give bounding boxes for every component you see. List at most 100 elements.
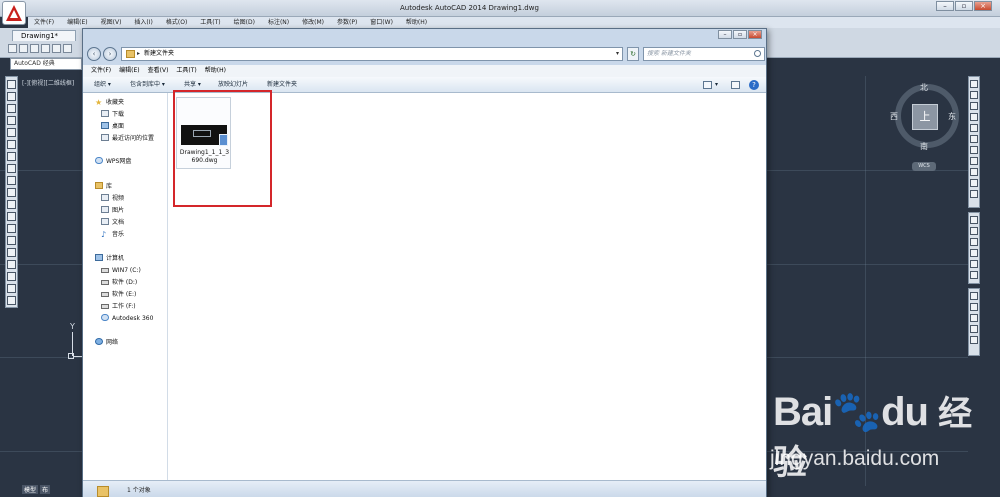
ex-menu-view[interactable]: 查看(V)	[148, 65, 169, 77]
preview-icon[interactable]	[52, 44, 61, 53]
rectangle-icon[interactable]	[7, 128, 16, 137]
menu-insert[interactable]: 插入(I)	[134, 17, 152, 28]
menu-dimension[interactable]: 标注(N)	[268, 17, 289, 28]
forward-icon[interactable]: ›	[103, 47, 117, 61]
organize-button[interactable]: 组织 ▾	[94, 77, 111, 93]
menu-file[interactable]: 文件(F)	[34, 17, 54, 28]
point-icon[interactable]	[7, 236, 16, 245]
viewport-label[interactable]: [-][俯视][二维线框]	[22, 78, 74, 87]
rotate-icon[interactable]	[970, 146, 978, 154]
menu-parameters[interactable]: 参数(P)	[337, 17, 357, 28]
ex-menu-help[interactable]: 帮助(H)	[205, 65, 226, 77]
erase-icon[interactable]	[970, 80, 978, 88]
text-front-icon[interactable]	[970, 336, 978, 344]
nav-documents[interactable]: 文档	[101, 218, 124, 228]
join-icon[interactable]	[970, 227, 978, 235]
circle-icon[interactable]	[7, 152, 16, 161]
drawing-tab[interactable]: Drawing1*	[12, 30, 76, 41]
ellipse-arc-icon[interactable]	[7, 200, 16, 209]
close-button[interactable]: ×	[974, 1, 992, 11]
menu-tools[interactable]: 工具(T)	[200, 17, 220, 28]
workspace-select[interactable]: AutoCAD 经典	[10, 58, 82, 70]
extend-icon[interactable]	[970, 190, 978, 198]
stretch-icon[interactable]	[970, 168, 978, 176]
construction-line-icon[interactable]	[7, 92, 16, 101]
nav-computer[interactable]: 计算机	[95, 254, 124, 264]
nav-recent[interactable]: 最近访问的位置	[101, 134, 154, 144]
ex-menu-tools[interactable]: 工具(T)	[176, 65, 196, 77]
nav-wps-cloud[interactable]: WPS网盘	[95, 157, 131, 167]
save-icon[interactable]	[30, 44, 39, 53]
nav-desktop[interactable]: 桌面	[101, 122, 124, 132]
revcloud-icon[interactable]	[7, 164, 16, 173]
mirror-icon[interactable]	[970, 102, 978, 110]
polygon-icon[interactable]	[7, 116, 16, 125]
ex-menu-file[interactable]: 文件(F)	[91, 65, 111, 77]
tab-layout[interactable]: 布	[40, 485, 51, 494]
hatch-icon[interactable]	[7, 248, 16, 257]
table-icon[interactable]	[7, 284, 16, 293]
tab-model[interactable]: 模型	[22, 485, 39, 494]
compass-east[interactable]: 东	[948, 111, 956, 122]
nav-music[interactable]: ♪ 音乐	[101, 230, 124, 240]
wcs-menu[interactable]: WCS	[912, 162, 936, 171]
polyline-icon[interactable]	[7, 104, 16, 113]
chevron-down-icon[interactable]: ▾	[616, 48, 619, 60]
break-icon[interactable]	[970, 216, 978, 224]
insert-block-icon[interactable]	[7, 212, 16, 221]
mtext-icon[interactable]	[7, 296, 16, 305]
chamfer-icon[interactable]	[970, 238, 978, 246]
menu-view[interactable]: 视图(V)	[101, 17, 122, 28]
scale-icon[interactable]	[970, 157, 978, 165]
menu-format[interactable]: 格式(O)	[166, 17, 187, 28]
explorer-close-button[interactable]: ×	[748, 30, 762, 39]
spline-icon[interactable]	[7, 176, 16, 185]
array-icon[interactable]	[970, 124, 978, 132]
bring-front-icon[interactable]	[970, 292, 978, 300]
compass-west[interactable]: 西	[890, 111, 898, 122]
menu-draw[interactable]: 绘图(D)	[234, 17, 255, 28]
nav-drive-c[interactable]: WIN7 (C:)	[101, 266, 141, 276]
region-icon[interactable]	[7, 272, 16, 281]
minimize-button[interactable]: –	[936, 1, 954, 11]
print-icon[interactable]	[41, 44, 50, 53]
view-dropdown-icon[interactable]: ▾	[715, 77, 718, 93]
menu-help[interactable]: 帮助(H)	[406, 17, 427, 28]
nav-network[interactable]: 网络	[95, 338, 118, 348]
help-icon[interactable]: ?	[749, 80, 759, 90]
menu-window[interactable]: 窗口(W)	[370, 17, 393, 28]
new-icon[interactable]	[8, 44, 17, 53]
nav-library[interactable]: 库	[95, 182, 112, 192]
line-icon[interactable]	[7, 80, 16, 89]
bring-above-icon[interactable]	[970, 314, 978, 322]
move-icon[interactable]	[970, 135, 978, 143]
autocad-logo-icon[interactable]	[2, 1, 26, 25]
refresh-icon[interactable]: ↻	[627, 47, 639, 61]
fillet-icon[interactable]	[970, 249, 978, 257]
explorer-minimize-button[interactable]: –	[718, 30, 732, 39]
menu-edit[interactable]: 编辑(E)	[67, 17, 87, 28]
nav-favorites[interactable]: ★ 收藏夹	[95, 98, 124, 108]
restore-button[interactable]: ▫	[955, 1, 973, 11]
send-back-icon[interactable]	[970, 303, 978, 311]
nav-drive-e[interactable]: 软件 (E:)	[101, 290, 136, 300]
nav-pictures[interactable]: 图片	[101, 206, 124, 216]
view-options-icon[interactable]	[703, 81, 712, 89]
address-bar[interactable]: ▸ 新建文件夹 ▾	[121, 47, 623, 61]
trim-icon[interactable]	[970, 179, 978, 187]
arc-icon[interactable]	[7, 140, 16, 149]
back-icon[interactable]: ‹	[87, 47, 101, 61]
offset-icon[interactable]	[970, 113, 978, 121]
nav-downloads[interactable]: 下载	[101, 110, 124, 120]
explorer-maximize-button[interactable]: ▫	[733, 30, 747, 39]
include-in-library-button[interactable]: 包含到库中 ▾	[130, 77, 165, 93]
gradient-icon[interactable]	[7, 260, 16, 269]
open-icon[interactable]	[19, 44, 28, 53]
nav-videos[interactable]: 视频	[101, 194, 124, 204]
blend-icon[interactable]	[970, 260, 978, 268]
search-input[interactable]: 搜索 新建文件夹	[643, 47, 765, 61]
ex-menu-edit[interactable]: 编辑(E)	[119, 65, 139, 77]
send-under-icon[interactable]	[970, 325, 978, 333]
breadcrumb-arrow-icon[interactable]: ▸	[137, 48, 140, 60]
ellipse-icon[interactable]	[7, 188, 16, 197]
